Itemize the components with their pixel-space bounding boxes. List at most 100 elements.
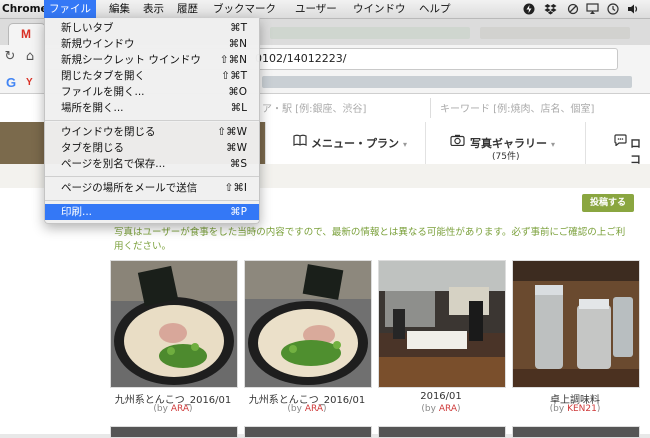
post-photo-button[interactable]: 投稿する xyxy=(582,194,634,212)
by-suffix: ) xyxy=(323,404,327,414)
nav-reviews[interactable]: ロコ xyxy=(585,122,650,166)
by-prefix: (by xyxy=(549,404,568,414)
menu-shortcut: ⌘T xyxy=(230,22,247,34)
photo-author-link[interactable]: ARA xyxy=(439,404,457,414)
menu-reopen-closed-tab[interactable]: 閉じたタブを開く ⇧⌘T xyxy=(45,68,259,84)
menu-save-page-as[interactable]: ページを別名で保存... ⌘S xyxy=(45,156,259,172)
photo-author: (by ARA) xyxy=(377,404,505,414)
menu-open-location[interactable]: 場所を開く... ⌘L xyxy=(45,100,259,116)
speech-bubble-icon xyxy=(614,134,627,149)
menu-shortcut: ⌘L xyxy=(230,102,247,114)
photo-thumbnail-next-row[interactable] xyxy=(244,426,372,438)
menubar-history[interactable]: 履歴 xyxy=(172,0,203,18)
reload-icon[interactable]: ↻ xyxy=(2,49,18,65)
photo-author-link[interactable]: ARA xyxy=(171,404,189,414)
menu-item-label: ファイルを開く... xyxy=(61,86,145,98)
menu-item-label: タブを閉じる xyxy=(61,142,124,154)
nav-photo-gallery[interactable]: 写真ギャラリー ▾ (75件) xyxy=(425,122,586,164)
photo-thumbnail[interactable] xyxy=(378,260,506,388)
menu-separator xyxy=(45,120,259,121)
photo-thumbnail-next-row[interactable] xyxy=(512,426,640,438)
menu-item-label: 場所を開く... xyxy=(61,102,124,114)
google-bookmark-icon[interactable]: G xyxy=(6,75,16,90)
menubar-bookmarks[interactable]: ブックマーク xyxy=(208,0,281,18)
sync-icon[interactable] xyxy=(566,2,579,15)
menu-close-tab[interactable]: タブを閉じる ⌘W xyxy=(45,140,259,156)
clock-icon[interactable] xyxy=(606,2,619,15)
photo-author: (by KEN21) xyxy=(511,404,639,414)
nav-menu-plan-label: メニュー・プラン xyxy=(311,137,399,150)
photo-thumbnail[interactable] xyxy=(512,260,640,388)
menu-shortcut: ⌘O xyxy=(228,86,247,98)
macos-menubar: Chrome ファイル 編集 表示 履歴 ブックマーク ユーザー ウインドウ ヘ… xyxy=(0,0,650,19)
menu-item-label: 新規ウインドウ xyxy=(61,38,135,50)
keyword-search-input[interactable]: キーワード [例:焼肉、店名、個室] xyxy=(440,100,594,115)
menubar-window[interactable]: ウインドウ xyxy=(348,0,411,18)
menubar-people[interactable]: ユーザー xyxy=(290,0,342,18)
dropbox-icon[interactable] xyxy=(544,2,557,15)
menu-shortcut: ⌘P xyxy=(230,206,247,218)
menubar-help[interactable]: ヘルプ xyxy=(414,0,456,18)
chevron-down-icon: ▾ xyxy=(551,140,556,149)
menu-item-label: ウインドウを閉じる xyxy=(61,126,156,138)
menu-separator xyxy=(45,200,259,201)
photo-author-link[interactable]: KEN21 xyxy=(567,404,597,414)
blurred-tab-area xyxy=(270,27,470,39)
home-icon[interactable]: ⌂ xyxy=(22,49,38,65)
volume-icon[interactable] xyxy=(627,2,640,15)
by-prefix: (by xyxy=(153,404,171,414)
menubar-file[interactable]: ファイル xyxy=(44,0,96,18)
menu-email-page-location[interactable]: ページの場所をメールで送信 ⇧⌘I xyxy=(45,180,259,196)
menu-item-label: 印刷... xyxy=(61,206,93,218)
camera-icon xyxy=(450,134,465,149)
photo-notice: 写真はユーザーが食事をした当時の内容ですので、最新の情報とは異なる可能性がありま… xyxy=(114,227,626,252)
photo-thumbnail[interactable] xyxy=(110,260,238,388)
menu-item-label: ページの場所をメールで送信 xyxy=(61,182,198,194)
area-search-input[interactable]: ア・駅 [例:銀座、渋谷] xyxy=(262,100,366,115)
search-divider xyxy=(430,98,431,118)
gmail-icon: M xyxy=(21,27,31,41)
menu-separator xyxy=(45,176,259,177)
menu-item-label: 新しいタブ xyxy=(61,22,114,34)
photo-caption[interactable]: 2016/01 xyxy=(377,391,505,402)
by-suffix: ) xyxy=(596,404,601,414)
menubar-edit[interactable]: 編集 xyxy=(104,0,135,18)
blurred-tab-area-2 xyxy=(480,27,630,39)
menu-shortcut: ⌘W xyxy=(226,142,247,154)
menu-shortcut: ⇧⌘T xyxy=(221,70,247,82)
by-suffix: ) xyxy=(189,404,193,414)
menu-new-incognito-window[interactable]: 新規シークレット ウインドウ ⇧⌘N xyxy=(45,52,259,68)
photo-author: (by ARA) xyxy=(109,404,237,414)
menu-new-window[interactable]: 新規ウインドウ ⌘N xyxy=(45,36,259,52)
menu-shortcut: ⌘N xyxy=(228,38,247,50)
menu-print[interactable]: 印刷... ⌘P xyxy=(45,204,259,220)
photo-thumbnail-next-row[interactable] xyxy=(378,426,506,438)
by-prefix: (by xyxy=(421,404,439,414)
blurred-bookmarks xyxy=(262,76,632,88)
menu-open-file[interactable]: ファイルを開く... ⌘O xyxy=(45,84,259,100)
book-icon xyxy=(293,134,307,149)
address-bar-url: 0102/14012223/ xyxy=(255,52,347,65)
nav-menu-plan[interactable]: メニュー・プラン ▾ xyxy=(265,122,426,164)
chevron-down-icon: ▾ xyxy=(403,140,408,149)
photo-count: (75件) xyxy=(492,152,520,162)
bolt-icon[interactable] xyxy=(522,2,535,15)
file-menu-dropdown: 新しいタブ ⌘T 新規ウインドウ ⌘N 新規シークレット ウインドウ ⇧⌘N 閉じたタ… xyxy=(44,18,260,224)
menu-item-label: 新規シークレット ウインドウ xyxy=(61,54,201,66)
nav-reviews-label: ロコ xyxy=(630,137,641,166)
menu-shortcut: ⇧⌘W xyxy=(217,126,247,138)
airplay-icon[interactable] xyxy=(586,2,599,15)
browser-tab-gmail[interactable]: M xyxy=(8,23,46,46)
menu-shortcut: ⇧⌘N xyxy=(219,54,247,66)
menubar-view[interactable]: 表示 xyxy=(138,0,169,18)
photo-author-link[interactable]: ARA xyxy=(305,404,323,414)
menu-item-label: ページを別名で保存... xyxy=(61,158,166,170)
photo-thumbnail[interactable] xyxy=(244,260,372,388)
menu-new-tab[interactable]: 新しいタブ ⌘T xyxy=(45,20,259,36)
by-prefix: (by xyxy=(287,404,305,414)
photo-author: (by ARA) xyxy=(243,404,371,414)
by-suffix: ) xyxy=(457,404,461,414)
yahoo-bookmark-icon[interactable]: Y xyxy=(26,77,33,88)
photo-thumbnail-next-row[interactable] xyxy=(110,426,238,438)
menu-close-window[interactable]: ウインドウを閉じる ⇧⌘W xyxy=(45,124,259,140)
